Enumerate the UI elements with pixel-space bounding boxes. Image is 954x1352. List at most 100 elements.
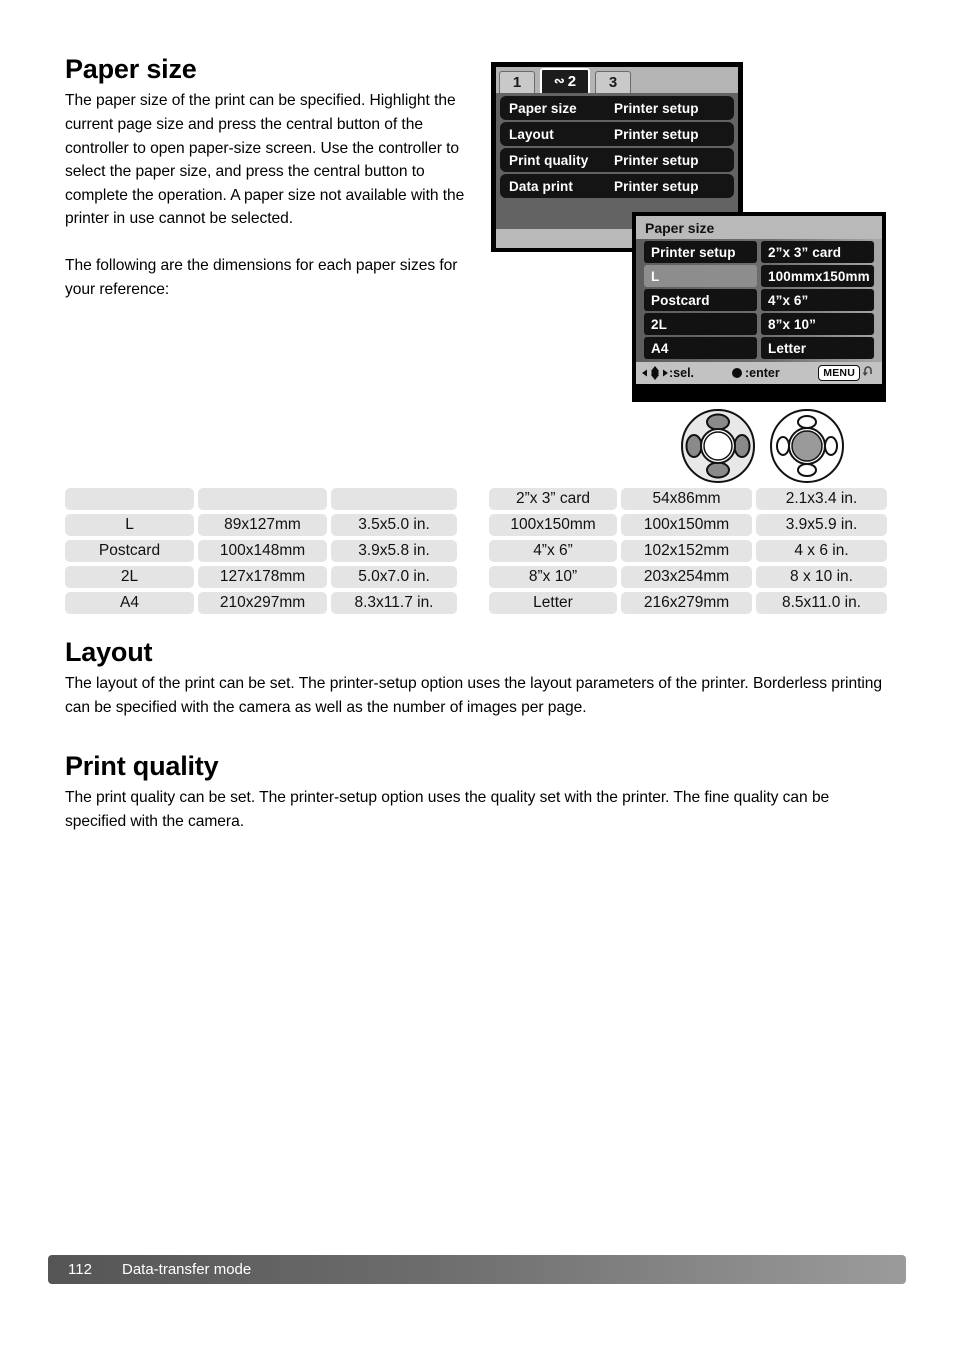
table-cell: 127x178mm <box>198 566 327 588</box>
table-row: A4 210x297mm 8.3x11.7 in. <box>65 592 457 614</box>
menu-item-paper-size-value: Printer setup <box>614 100 699 116</box>
table-row: 2L 127x178mm 5.0x7.0 in. <box>65 566 457 588</box>
paper-size-table-right: 2”x 3” card 54x86mm 2.1x3.4 in. 100x150m… <box>489 488 887 618</box>
table-cell: A4 <box>65 592 194 614</box>
table-cell: 102x152mm <box>621 540 752 562</box>
table-row: 2”x 3” card 54x86mm 2.1x3.4 in. <box>489 488 887 510</box>
wave-icon: ∾ <box>553 73 565 88</box>
paper-size-table-left: L 89x127mm 3.5x5.0 in. Postcard 100x148m… <box>65 488 457 618</box>
option-4x6-label: 4”x 6” <box>768 292 809 308</box>
layout-section: Layout The layout of the print can be se… <box>65 638 889 720</box>
table-cell: 100x148mm <box>198 540 327 562</box>
menu-item-layout-value: Printer setup <box>614 126 699 142</box>
dialog-hint-bar: :sel. :enter MENU <box>636 362 882 384</box>
menu-item-data-print[interactable]: Data print Printer setup <box>500 174 734 198</box>
menu-item-data-print-value: Printer setup <box>614 178 699 194</box>
print-quality-section: Print quality The print quality can be s… <box>65 752 889 834</box>
layout-paragraph: The layout of the print can be set. The … <box>65 675 883 716</box>
dialog-row: L 100mmx150mm <box>644 265 879 287</box>
option-8x10[interactable]: 8”x 10” <box>761 313 874 335</box>
print-quality-title: Print quality <box>65 751 219 781</box>
option-postcard[interactable]: Postcard <box>644 289 757 311</box>
option-2x3-card[interactable]: 2”x 3” card <box>761 241 874 263</box>
table-cell: L <box>65 514 194 536</box>
option-l[interactable]: L <box>644 265 757 287</box>
option-a4-label: A4 <box>651 340 669 356</box>
menu-item-paper-size-label: Paper size <box>509 100 577 116</box>
table-cell: 100x150mm <box>621 514 752 536</box>
menu-item-list: Paper size Printer setup Layout Printer … <box>496 93 738 229</box>
menu-item-layout[interactable]: Layout Printer setup <box>500 122 734 146</box>
layout-title: Layout <box>65 637 153 667</box>
menu-tab-2[interactable]: ∾ 2 <box>540 68 590 93</box>
option-letter-label: Letter <box>768 340 807 356</box>
table-cell: 4”x 6” <box>489 540 617 562</box>
table-header-cell <box>331 488 457 510</box>
table-cell: 54x86mm <box>621 488 752 510</box>
page-footer: 112 Data-transfer mode <box>48 1255 906 1284</box>
paper-size-paragraph-1: The paper size of the print can be speci… <box>65 92 465 228</box>
table-cell: 8.5x11.0 in. <box>756 592 887 614</box>
paper-size-paragraph-2: The following are the dimensions for eac… <box>65 256 458 298</box>
table-cell: 8 x 10 in. <box>756 566 887 588</box>
four-way-arrow-icon <box>642 366 668 380</box>
table-cell: 8”x 10” <box>489 566 617 588</box>
option-100mmx150mm[interactable]: 100mmx150mm <box>761 265 874 287</box>
table-cell: 203x254mm <box>621 566 752 588</box>
table-cell: 2L <box>65 566 194 588</box>
table-header-cell <box>65 488 194 510</box>
option-printer-setup[interactable]: Printer setup <box>644 241 757 263</box>
table-cell: 8.3x11.7 in. <box>331 592 457 614</box>
table-row: Postcard 100x148mm 3.9x5.8 in. <box>65 540 457 562</box>
table-cell: 5.0x7.0 in. <box>331 566 457 588</box>
table-row: 100x150mm 100x150mm 3.9x5.9 in. <box>489 514 887 536</box>
dialog-row: 2L 8”x 10” <box>644 313 879 335</box>
option-l-label: L <box>651 268 660 284</box>
controller-illustrations <box>676 406 852 486</box>
option-letter[interactable]: Letter <box>761 337 874 359</box>
menu-item-layout-label: Layout <box>509 126 554 142</box>
table-row: L 89x127mm 3.5x5.0 in. <box>65 514 457 536</box>
menu-item-print-quality[interactable]: Print quality Printer setup <box>500 148 734 172</box>
option-printer-setup-label: Printer setup <box>651 244 736 260</box>
table-row: Letter 216x279mm 8.5x11.0 in. <box>489 592 887 614</box>
option-2l-label: 2L <box>651 316 667 332</box>
menu-item-paper-size[interactable]: Paper size Printer setup <box>500 96 734 120</box>
menu-tab-bar: 1 ∾ 2 3 <box>496 67 738 93</box>
table-cell: 3.9x5.9 in. <box>756 514 887 536</box>
table-cell: 210x297mm <box>198 592 327 614</box>
dialog-option-grid: Printer setup 2”x 3” card L 100mmx150mm … <box>636 239 882 362</box>
option-a4[interactable]: A4 <box>644 337 757 359</box>
footer-title: Data-transfer mode <box>122 1261 252 1278</box>
option-4x6[interactable]: 4”x 6” <box>761 289 874 311</box>
select-hint-label: :sel. <box>669 366 695 380</box>
page-number: 112 <box>68 1261 92 1278</box>
four-way-controller-icon <box>681 409 755 483</box>
table-cell: 2”x 3” card <box>489 488 617 510</box>
option-2x3-card-label: 2”x 3” card <box>768 244 842 260</box>
dialog-title: Paper size <box>636 216 882 239</box>
table-cell: 3.5x5.0 in. <box>331 514 457 536</box>
option-100mmx150mm-label: 100mmx150mm <box>768 268 870 284</box>
menu-tab-1[interactable]: 1 <box>499 71 535 93</box>
paper-size-dialog: Paper size Printer setup 2”x 3” card L 1… <box>632 212 886 402</box>
enter-hint-label: :enter <box>745 366 780 380</box>
menu-item-data-print-label: Data print <box>509 178 574 194</box>
option-2l[interactable]: 2L <box>644 313 757 335</box>
menu-button-hint[interactable]: MENU <box>818 365 876 381</box>
table-row: 8”x 10” 203x254mm 8 x 10 in. <box>489 566 887 588</box>
table-cell: 4 x 6 in. <box>756 540 887 562</box>
table-cell: 89x127mm <box>198 514 327 536</box>
option-8x10-label: 8”x 10” <box>768 316 816 332</box>
menu-item-print-quality-label: Print quality <box>509 152 589 168</box>
option-postcard-label: Postcard <box>651 292 710 308</box>
table-cell: Letter <box>489 592 617 614</box>
table-cell: 3.9x5.8 in. <box>331 540 457 562</box>
print-quality-paragraph: The print quality can be set. The printe… <box>65 789 830 830</box>
paper-size-text-column: Paper size The paper size of the print c… <box>65 55 477 301</box>
center-button-icon <box>732 368 742 378</box>
table-row: 4”x 6” 102x152mm 4 x 6 in. <box>489 540 887 562</box>
dialog-row: Postcard 4”x 6” <box>644 289 879 311</box>
menu-tab-3[interactable]: 3 <box>595 71 631 93</box>
menu-tab-2-label: 2 <box>567 73 577 90</box>
